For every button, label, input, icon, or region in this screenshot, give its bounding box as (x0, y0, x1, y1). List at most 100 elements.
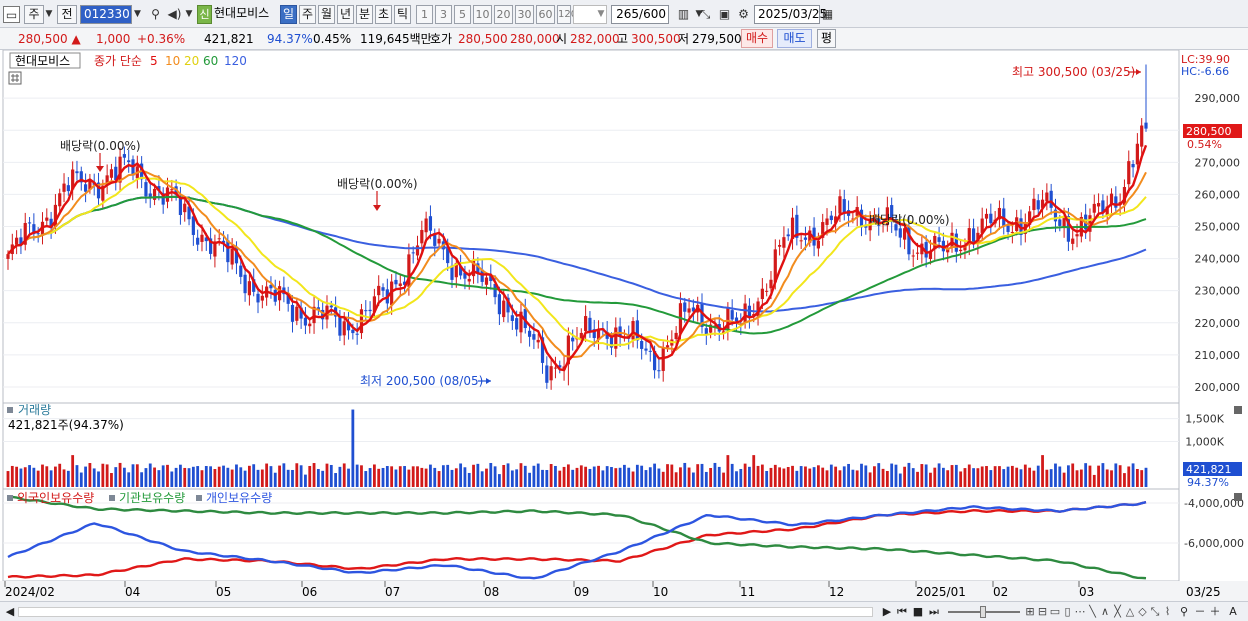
drawing-tool-icon[interactable]: ▯ (1062, 605, 1074, 619)
candle-body (648, 350, 652, 352)
drawing-tool-icon[interactable]: ∧ (1099, 605, 1111, 619)
price-y-tick: 210,000 (1195, 349, 1241, 362)
volume-bar (1110, 470, 1113, 487)
volume-bar (1097, 465, 1100, 487)
period-year-button[interactable]: 년 (337, 5, 354, 24)
volume-bar (907, 462, 911, 487)
volume-bar (554, 465, 557, 487)
period-tick-button[interactable]: 틱 (394, 5, 411, 24)
volume-bar (851, 469, 855, 487)
candle-body (665, 345, 670, 348)
candle-body (338, 316, 342, 336)
ma60-legend: 60 (203, 54, 218, 68)
candle-body (954, 233, 958, 252)
volume-current-pct: 94.37% (1187, 476, 1229, 489)
drawing-tool-icon[interactable]: ⤡ (697, 6, 714, 23)
market-select[interactable]: 주 (24, 5, 44, 24)
minute-step-5[interactable]: 5 (454, 5, 471, 24)
minute-step-60[interactable]: 60 (536, 5, 555, 24)
scroll-track[interactable] (18, 607, 873, 617)
calendar-icon[interactable]: ▦ (819, 6, 836, 23)
volume-bar (161, 465, 165, 487)
chart-type-icon[interactable]: ▥ (675, 6, 692, 23)
volume-bar (804, 466, 807, 487)
period-month-button[interactable]: 월 (318, 5, 335, 24)
chevron-down-icon[interactable]: ▼ (43, 6, 55, 23)
buy-button[interactable]: 매수 (741, 29, 773, 48)
volume-bar (407, 469, 411, 487)
candle-body (1140, 125, 1144, 147)
period-select[interactable]: 전 (57, 5, 77, 24)
candle-body (148, 193, 152, 198)
jump-end-icon[interactable]: ⏭ (927, 604, 941, 620)
volume-title: 거래량 (18, 403, 51, 417)
grid-toggle-icon[interactable] (8, 71, 22, 85)
search-icon[interactable]: ⚲ (147, 6, 164, 23)
stop-icon[interactable]: ■ (911, 604, 925, 620)
speaker-icon[interactable]: ◀) (166, 6, 183, 23)
scroll-left-icon[interactable]: ◀ (4, 604, 16, 620)
period-second-button[interactable]: 초 (375, 5, 392, 24)
minute-step-3[interactable]: 3 (435, 5, 452, 24)
volume-bar (1135, 468, 1139, 487)
period-day-button[interactable]: 일 (280, 5, 297, 24)
volume-bar (308, 465, 312, 487)
stock-code-input[interactable]: 012330 (80, 5, 132, 24)
drawing-tool-icon[interactable]: △ (1124, 605, 1136, 619)
window-icon[interactable]: ▭ (3, 6, 20, 23)
zoom-slider-handle[interactable] (980, 606, 986, 618)
credit-badge: 신 (197, 5, 212, 24)
candle-body (122, 154, 126, 158)
drawing-tool-icon[interactable]: ⤡ (1149, 605, 1161, 619)
drawing-tool-icon[interactable]: ▭ (1049, 605, 1061, 619)
speaker-dropdown-icon[interactable]: ▼ (184, 6, 194, 23)
volume-bar (519, 463, 523, 487)
volume-bar (174, 467, 178, 487)
stock-chart-svg[interactable]: 290,000280,000270,000260,000250,000240,0… (0, 49, 1248, 603)
price-y-tick: 230,000 (1195, 285, 1241, 298)
drawing-tool-icon[interactable]: ⌇ (1162, 605, 1174, 619)
code-dropdown-icon[interactable]: ▼ (131, 6, 144, 23)
font-size-icon[interactable]: A (1227, 604, 1239, 620)
zoom-in-icon[interactable]: ＋ (1208, 604, 1222, 620)
minute-step-20[interactable]: 20 (494, 5, 513, 24)
volume-panel-close-icon[interactable] (1234, 406, 1242, 414)
bar-count-input[interactable]: 265/600 (611, 5, 669, 24)
volume-bar (247, 465, 251, 487)
sell-button[interactable]: 매도 (777, 29, 812, 48)
drawing-tool-icon[interactable]: ◇ (1137, 605, 1149, 619)
period-week-button[interactable]: 주 (299, 5, 316, 24)
volume-bar (420, 467, 424, 487)
current-pct-tag: 0.54% (1187, 138, 1222, 151)
volume-bar (252, 464, 256, 487)
minute-step-120[interactable]: 120 (557, 5, 577, 24)
period-minute-button[interactable]: 분 (356, 5, 373, 24)
volume-bar (954, 464, 958, 487)
evaluation-button[interactable]: 평 (817, 29, 836, 48)
drawing-tool-icon[interactable]: ╳ (1112, 605, 1124, 619)
drawing-tool-icon[interactable]: ⋯ (1074, 605, 1086, 619)
custom-step-dropdown-icon[interactable]: ▼ (595, 6, 607, 23)
settings-gear-icon[interactable]: ⚙ (735, 6, 752, 23)
zoom-out-icon[interactable]: － (1193, 604, 1207, 620)
volume-bar (41, 464, 44, 487)
minute-step-10[interactable]: 10 (473, 5, 492, 24)
drawing-tool-icon[interactable]: ╲ (1087, 605, 1099, 619)
save-icon[interactable]: ▣ (716, 6, 733, 23)
volume-bar (144, 468, 148, 487)
scroll-right-icon[interactable]: ▶ (880, 604, 894, 620)
magnifier-icon[interactable]: ⚲ (1178, 604, 1190, 620)
date-input[interactable]: 2025/03/25 (754, 5, 827, 24)
drawing-tool-icon[interactable]: ⊞ (1024, 605, 1036, 619)
volume-bar (545, 469, 549, 487)
holding-panel-close-icon[interactable] (1234, 493, 1242, 501)
chart-area[interactable]: 290,000280,000270,000260,000250,000240,0… (0, 49, 1248, 603)
minute-step-1[interactable]: 1 (416, 5, 433, 24)
candle-body (532, 334, 536, 340)
candle-body (243, 274, 247, 294)
minute-step-30[interactable]: 30 (515, 5, 534, 24)
volume-bar (627, 467, 631, 487)
jump-start-icon[interactable]: ⏮ (895, 604, 909, 620)
drawing-tool-icon[interactable]: ⊟ (1037, 605, 1049, 619)
volume-bar (635, 464, 639, 487)
